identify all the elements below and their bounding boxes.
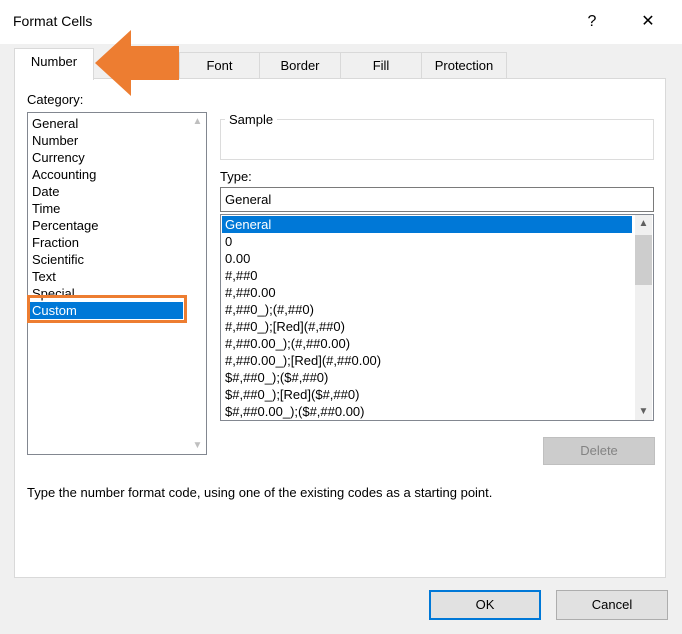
type-item[interactable]: $#,##0_);[Red]($#,##0) [225,386,359,403]
ok-button[interactable]: OK [429,590,541,620]
chevron-down-icon[interactable]: ▼ [189,437,206,454]
type-item[interactable]: #,##0_);[Red](#,##0) [225,318,345,335]
type-item[interactable]: #,##0_);(#,##0) [225,301,314,318]
help-button[interactable]: ? [582,10,602,34]
category-item-text[interactable]: Text [32,268,56,285]
category-item-percentage[interactable]: Percentage [32,217,99,234]
chevron-down-icon[interactable]: ▼ [635,403,652,420]
category-item-general[interactable]: General [32,115,78,132]
category-item-fraction[interactable]: Fraction [32,234,79,251]
dialog-title: Format Cells [13,13,93,29]
cancel-button[interactable]: Cancel [556,590,668,620]
type-item[interactable]: #,##0.00_);[Red](#,##0.00) [225,352,381,369]
sample-groupbox [220,119,654,160]
tab-fill[interactable]: Fill [340,52,422,79]
category-item-date[interactable]: Date [32,183,59,200]
type-item[interactable]: #,##0 [225,267,258,284]
type-format-list[interactable]: General 0 0.00 #,##0 #,##0.00 #,##0_);(#… [220,214,654,421]
format-description: Type the number format code, using one o… [27,485,493,500]
tab-protection[interactable]: Protection [421,52,507,79]
type-item[interactable]: 0 [225,233,232,250]
arrow-annotation-icon [95,30,179,96]
close-button[interactable]: ✕ [636,10,660,34]
chevron-up-icon[interactable]: ▲ [635,215,652,232]
category-list[interactable]: General Number Currency Accounting Date … [27,112,207,455]
scrollbar-thumb[interactable] [635,235,652,285]
tab-border[interactable]: Border [259,52,341,79]
type-item[interactable]: 0.00 [225,250,250,267]
category-label: Category: [27,92,84,107]
sample-label: Sample [225,112,278,127]
type-item[interactable]: $#,##0.00_);($#,##0.00) [225,403,365,420]
type-label: Type: [220,169,252,184]
tab-font[interactable]: Font [179,52,260,79]
type-item[interactable]: $#,##0_);($#,##0) [225,369,328,386]
type-input[interactable]: General [220,187,654,212]
type-item[interactable]: #,##0.00_);(#,##0.00) [225,335,350,352]
number-tab-panel: Category: General Number Currency Accoun… [14,78,666,578]
category-item-currency[interactable]: Currency [32,149,85,166]
custom-highlight-annotation [27,295,187,323]
category-scrollbar[interactable]: ▲ ▼ [189,113,206,454]
type-item-general[interactable]: General [222,216,632,233]
delete-button[interactable]: Delete [543,437,655,465]
tab-number[interactable]: Number [14,48,94,80]
category-item-accounting[interactable]: Accounting [32,166,96,183]
category-item-number[interactable]: Number [32,132,78,149]
type-item[interactable]: #,##0.00 [225,284,276,301]
chevron-up-icon[interactable]: ▲ [189,113,206,130]
category-item-time[interactable]: Time [32,200,60,217]
type-scrollbar[interactable]: ▲ ▼ [635,215,652,420]
category-item-scientific[interactable]: Scientific [32,251,84,268]
